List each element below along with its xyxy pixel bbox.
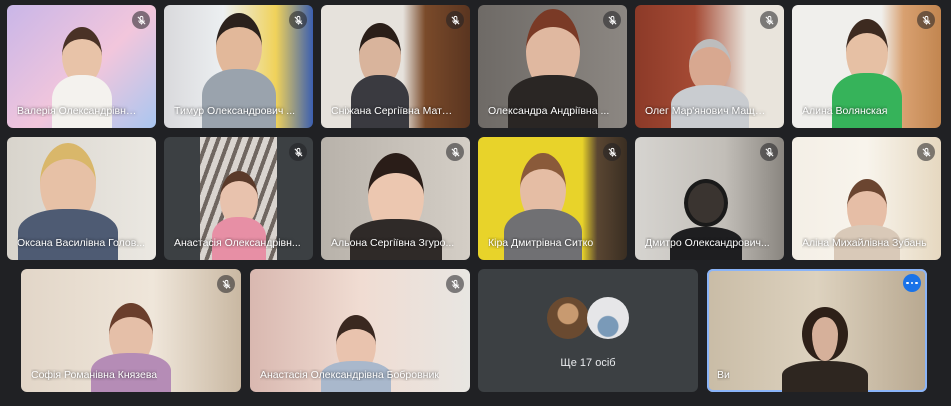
participant-name: Дмитро Олександрович... [645, 237, 770, 249]
more-options-icon[interactable] [903, 274, 921, 292]
avatar [587, 297, 629, 339]
participant-name: Оксана Василівна Голов... [17, 237, 146, 249]
participant-name: Валерія Олександрівна ... [17, 105, 142, 117]
participant-tile[interactable]: Тимур Олександрович ... [164, 5, 313, 128]
self-tile[interactable]: Ви [707, 269, 927, 392]
mic-off-icon [760, 11, 778, 29]
self-video [782, 307, 868, 392]
mic-off-icon [917, 143, 935, 161]
participant-name: Олександра Андріївна ... [488, 105, 610, 117]
participant-tile[interactable]: Валерія Олександрівна ... [7, 5, 156, 128]
participant-tile[interactable]: Алина Волянская [792, 5, 941, 128]
participant-tile[interactable]: Дмитро Олександрович... [635, 137, 784, 260]
participant-tile[interactable]: Анастасія Олександрівна Бобровник [250, 269, 470, 392]
participant-tile[interactable]: Аліна Михайлівна Зубань [792, 137, 941, 260]
participant-name: Аліна Михайлівна Зубань [802, 237, 927, 249]
mic-off-icon [603, 143, 621, 161]
avatar [547, 297, 589, 339]
mic-off-icon [446, 11, 464, 29]
others-count-label: Ще 17 осіб [560, 357, 616, 369]
mic-off-icon [917, 11, 935, 29]
mic-off-icon [603, 11, 621, 29]
participant-tile[interactable]: Оксана Василівна Голов... [7, 137, 156, 260]
participant-tile[interactable]: Олександра Андріївна ... [478, 5, 627, 128]
participant-tile[interactable]: Сніжана Сергіївна Мате... [321, 5, 470, 128]
participant-name: Тимур Олександрович ... [174, 105, 296, 117]
participant-name: Алина Волянская [802, 105, 888, 117]
participant-name: Сніжана Сергіївна Мате... [331, 105, 456, 117]
participant-tile[interactable]: Олег Мар'янович Мащак... [635, 5, 784, 128]
participant-name: Анастасія Олександрівн... [174, 237, 301, 249]
others-tile[interactable]: Ще 17 осіб [478, 269, 698, 392]
mic-off-icon [446, 275, 464, 293]
participant-name: Альона Сергіївна Згуро... [331, 237, 455, 249]
participant-tile[interactable]: Альона Сергіївна Згуро... [321, 137, 470, 260]
participant-tile[interactable]: Софія Романівна Князева [21, 269, 241, 392]
participant-name: Кіра Дмитрівна Ситко [488, 237, 594, 249]
participant-tile[interactable]: Анастасія Олександрівн... [164, 137, 313, 260]
participant-name: Софія Романівна Князева [31, 369, 158, 381]
mic-off-icon [132, 11, 150, 29]
mic-off-icon [289, 143, 307, 161]
participant-name: Анастасія Олександрівна Бобровник [260, 369, 439, 381]
mic-off-icon [289, 11, 307, 29]
mic-off-icon [446, 143, 464, 161]
mic-off-icon [217, 275, 235, 293]
mic-off-icon [760, 143, 778, 161]
participant-name: Олег Мар'янович Мащак... [645, 105, 770, 117]
self-label: Ви [717, 369, 730, 381]
participant-tile[interactable]: Кіра Дмитрівна Ситко [478, 137, 627, 260]
